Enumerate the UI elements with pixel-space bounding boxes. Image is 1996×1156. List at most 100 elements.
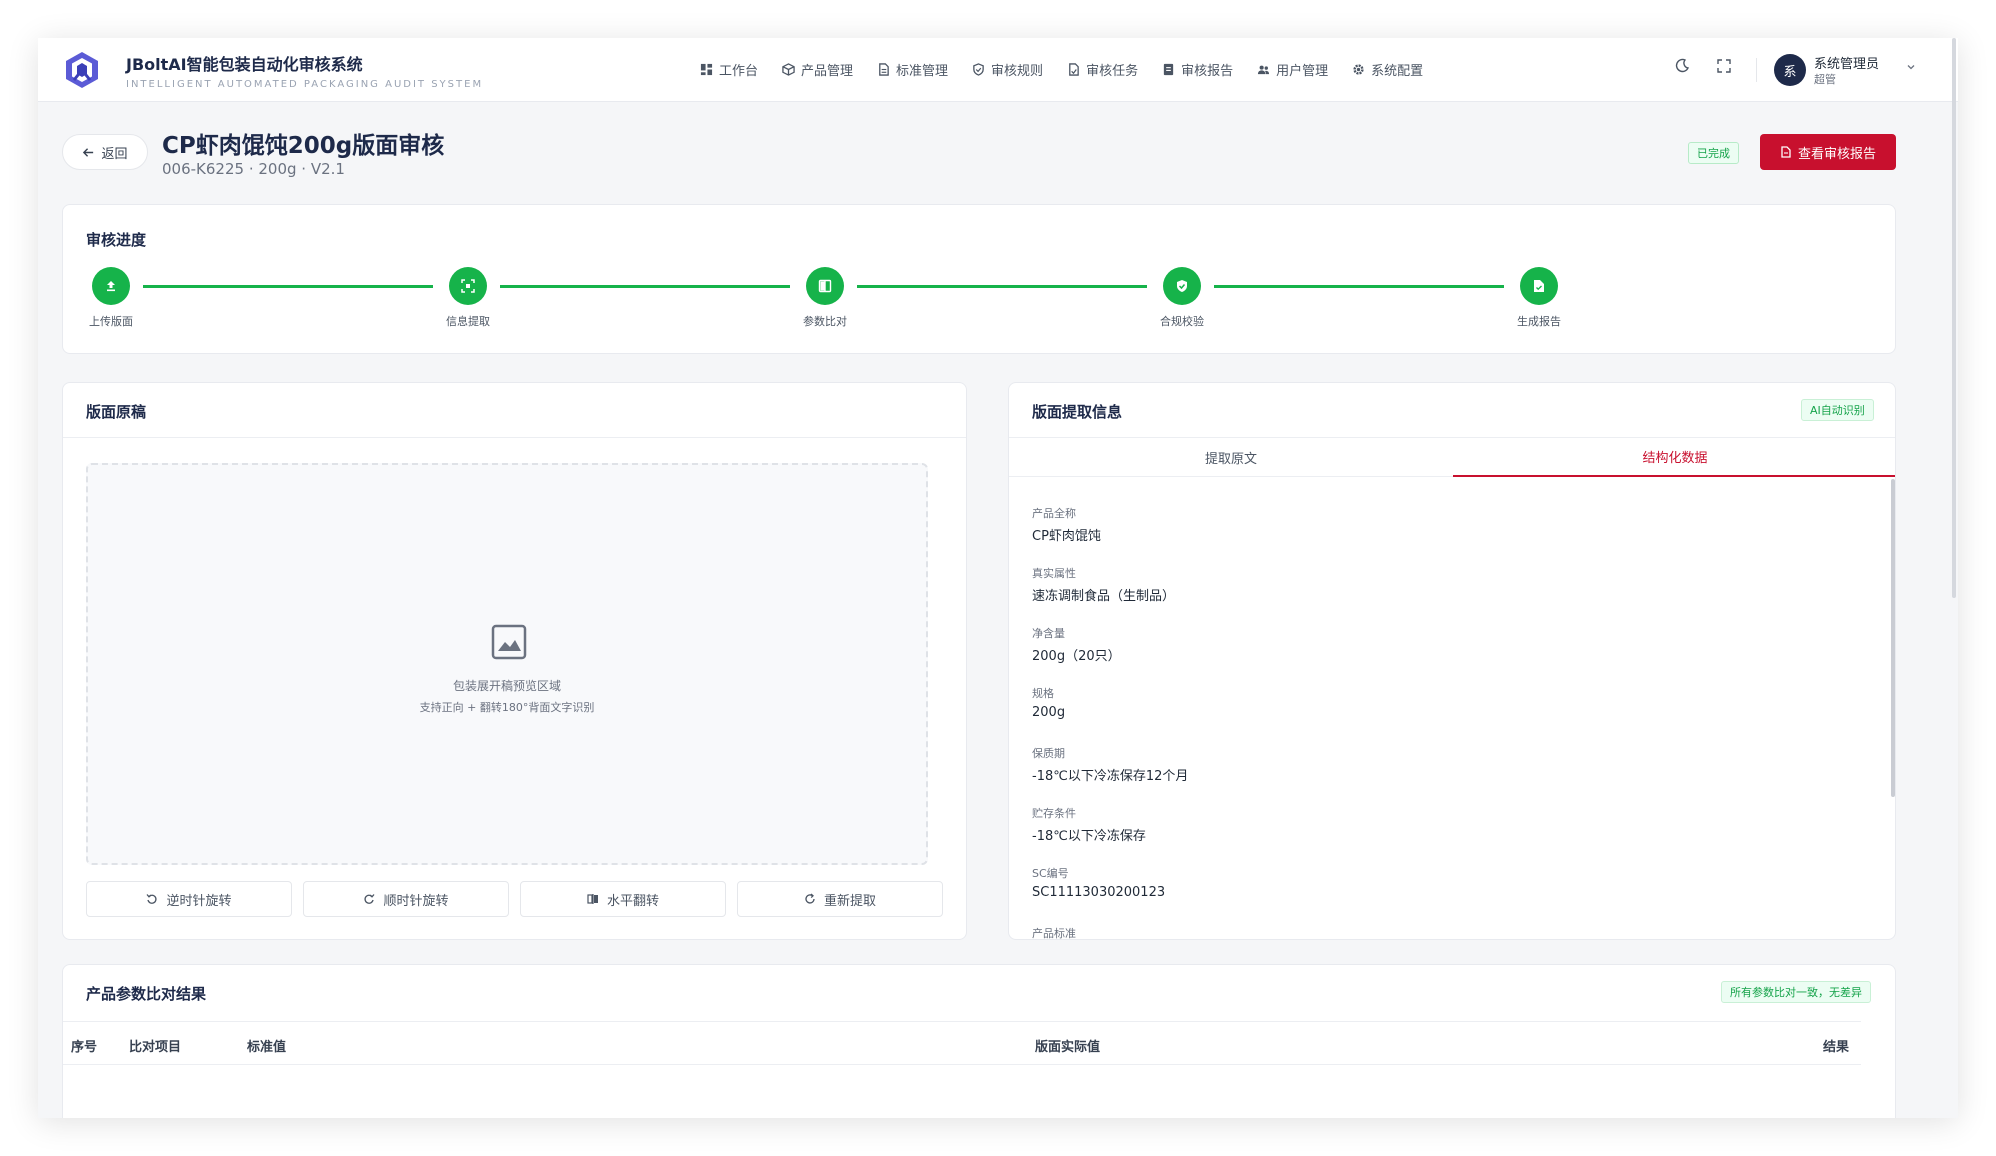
tab-structured-data[interactable]: 结构化数据 [1453, 438, 1895, 477]
rotate-ccw-button[interactable]: 逆时针旋转 [86, 881, 292, 917]
flip-horizontal-button[interactable]: 水平翻转 [520, 881, 726, 917]
report-icon [1163, 63, 1174, 76]
page-title: CP虾肉馄饨200g版面审核 [162, 133, 445, 159]
arrow-left-icon [83, 147, 94, 157]
nav-item-settings[interactable]: 系统配置 [1352, 60, 1423, 79]
extract-tabs: 提取原文 结构化数据 [1009, 437, 1895, 477]
shield-check-icon [1177, 280, 1187, 292]
divider [63, 437, 966, 438]
tool-label: 顺时针旋转 [383, 893, 449, 909]
image-icon [491, 624, 527, 660]
user-role: 超管 [1814, 73, 1836, 86]
file-icon [1781, 146, 1791, 158]
view-report-button[interactable]: 查看审核报告 [1760, 134, 1896, 170]
nav-item-dashboard[interactable]: 工作台 [700, 60, 758, 79]
progress-connector [857, 285, 1147, 288]
flip-horizontal-icon [587, 894, 598, 904]
field-row: 产品全称 CP虾肉馄饨 [1032, 507, 1101, 544]
progress-connector [143, 285, 433, 288]
tool-label: 水平翻转 [606, 893, 659, 909]
preview-subhint: 支持正向 + 翻转180°背面文字识别 [419, 701, 595, 714]
nav-item-users[interactable]: 用户管理 [1257, 60, 1328, 79]
extract-panel: 版面提取信息 AI自动识别 提取原文 结构化数据 产品全称 CP虾肉馄饨 真实属性… [1008, 382, 1896, 940]
col-index: 序号 [71, 1040, 98, 1055]
col-item: 比对项目 [129, 1040, 182, 1055]
progress-step-extract: 信息提取 [428, 267, 508, 329]
nav-label: 工作台 [719, 64, 759, 79]
app-window: JBoltAI智能包装自动化审核系统 INTELLIGENT AUTOMATED… [38, 38, 1958, 1118]
step-label: 生成报告 [1517, 315, 1561, 328]
col-result: 结果 [1823, 1040, 1850, 1055]
shield-icon [973, 63, 984, 76]
match-badge: 所有参数比对一致，无差异 [1721, 981, 1871, 1003]
progress-connector [500, 285, 790, 288]
box-icon [782, 63, 795, 76]
gear-icon [1353, 64, 1364, 75]
brand: JBoltAI智能包装自动化审核系统 INTELLIGENT AUTOMATED… [126, 51, 483, 90]
upload-icon [107, 281, 115, 292]
step-label: 上传版面 [89, 315, 133, 328]
col-standard: 标准值 [247, 1040, 287, 1055]
nav-item-reports[interactable]: 审核报告 [1162, 60, 1233, 79]
users-icon [1258, 65, 1270, 75]
fullscreen-icon[interactable] [1716, 58, 1732, 74]
compare-card: 产品参数比对结果 所有参数比对一致，无差异 序号 比对项目 标准值 版面实际值 … [62, 964, 1896, 1118]
back-button[interactable]: 返回 [62, 134, 148, 170]
main-nav: 工作台 产品管理 标准管理 审核规则 审核任务 审核报告 用户管理 系统配置 [700, 60, 1423, 79]
tool-label: 逆时针旋转 [166, 893, 232, 909]
field-row: SC编号 SC11113030200123 [1032, 867, 1166, 900]
col-actual: 版面实际值 [1035, 1040, 1101, 1055]
nav-item-rules[interactable]: 审核规则 [972, 60, 1043, 79]
rotate-cw-icon [364, 894, 375, 904]
compare-title: 产品参数比对结果 [86, 985, 207, 1003]
view-report-label: 查看审核报告 [1797, 146, 1876, 162]
rotate-ccw-icon [146, 894, 158, 904]
chevron-down-icon[interactable] [1906, 62, 1916, 72]
nav-item-standards[interactable]: 标准管理 [877, 60, 948, 79]
step-label: 合规校验 [1160, 315, 1204, 328]
document-icon [879, 63, 889, 76]
progress-title: 审核进度 [86, 231, 147, 249]
user-name[interactable]: 系统管理员 [1814, 53, 1879, 72]
draft-panel: 版面原稿 包装展开稿预览区域 支持正向 + 翻转180°背面文字识别 逆时针旋转… [62, 382, 967, 940]
nav-label: 审核报告 [1181, 64, 1234, 79]
draft-preview-area[interactable]: 包装展开稿预览区域 支持正向 + 翻转180°背面文字识别 [86, 463, 928, 865]
app-subtitle: INTELLIGENT AUTOMATED PACKAGING AUDIT SY… [126, 79, 484, 90]
field-row: 净含量 200g（20只） [1032, 627, 1121, 664]
structured-fields: 产品全称 CP虾肉馄饨 真实属性 速冻调制食品（生制品） 净含量 200g（20只） … [1032, 505, 1862, 940]
nav-label: 用户管理 [1276, 64, 1329, 79]
nav-label: 审核任务 [1086, 64, 1139, 79]
tool-label: 重新提取 [823, 893, 876, 909]
dark-mode-icon[interactable] [1674, 58, 1690, 74]
ai-badge: AI自动识别 [1801, 399, 1874, 421]
nav-label: 系统配置 [1371, 64, 1424, 79]
progress-step-compliance: 合规校验 [1142, 267, 1222, 329]
progress-step-report: 生成报告 [1499, 267, 1579, 329]
nav-item-products[interactable]: 产品管理 [782, 60, 853, 79]
header-tools [1674, 58, 1732, 74]
re-extract-button[interactable]: 重新提取 [737, 881, 943, 917]
progress-card: 审核进度 上传版面 信息提取 参数比对 合规校验 生成报告 [62, 204, 1896, 354]
step-label: 信息提取 [446, 315, 490, 328]
field-row: 贮存条件 -18℃以下冷冻保存 [1032, 807, 1146, 844]
page-scrollbar[interactable] [1952, 38, 1956, 598]
extract-title: 版面提取信息 [1032, 403, 1123, 421]
progress-step-compare: 参数比对 [785, 267, 865, 329]
logo-icon [66, 52, 98, 88]
top-header: JBoltAI智能包装自动化审核系统 INTELLIGENT AUTOMATED… [38, 38, 1958, 102]
progress-connector [1214, 285, 1504, 288]
task-icon [1069, 63, 1079, 76]
nav-item-tasks[interactable]: 审核任务 [1067, 60, 1138, 79]
tab-raw-text[interactable]: 提取原文 [1009, 438, 1453, 477]
step-label: 参数比对 [803, 315, 847, 328]
field-row: 产品标准 [1032, 927, 1076, 940]
rotate-cw-button[interactable]: 顺时针旋转 [303, 881, 509, 917]
fields-scrollbar[interactable] [1891, 479, 1895, 797]
status-badge: 已完成 [1688, 142, 1739, 164]
preview-hint: 包装展开稿预览区域 [452, 679, 561, 693]
compare-icon [818, 279, 832, 293]
nav-label: 产品管理 [801, 64, 854, 79]
avatar[interactable]: 系 [1774, 54, 1806, 86]
field-row: 真实属性 速冻调制食品（生制品） [1032, 567, 1176, 604]
compare-table-header: 序号 比对项目 标准值 版面实际值 结果 [63, 1021, 1861, 1065]
